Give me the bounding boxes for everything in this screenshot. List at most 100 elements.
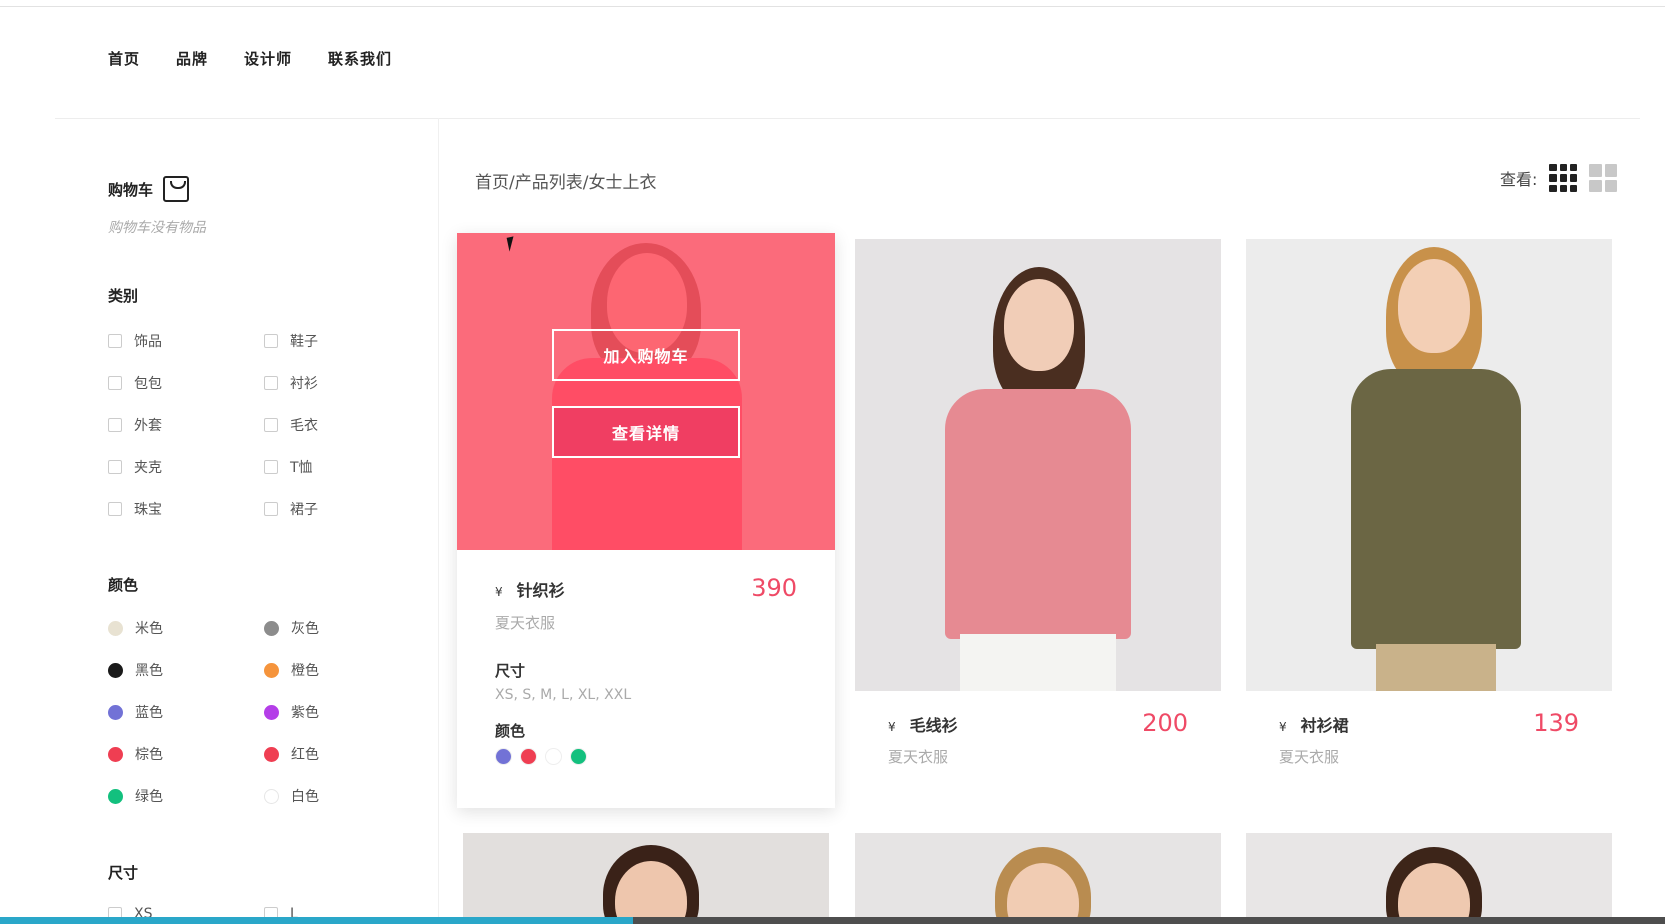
product-card[interactable]: 加入购物车 查看详情 ¥ 针织衫 390 夏天衣服 尺寸 XS, S, M, L,…: [457, 233, 835, 808]
video-progress-bar[interactable]: [0, 917, 1665, 924]
option-label: 饰品: [134, 334, 162, 350]
option-label: 包包: [134, 376, 162, 392]
currency-symbol: ¥: [1279, 720, 1287, 734]
nav-contact[interactable]: 联系我们: [328, 48, 392, 69]
product-card[interactable]: [1246, 833, 1612, 924]
color-swatch[interactable]: [264, 662, 279, 678]
option-label: 棕色: [135, 747, 163, 763]
color-option[interactable]: 灰色: [264, 618, 420, 638]
option-label: 橙色: [291, 663, 319, 679]
category-option-shirts[interactable]: 衬衫: [264, 373, 420, 393]
nav-home[interactable]: 首页: [108, 48, 140, 69]
product-image[interactable]: [1246, 833, 1612, 924]
product-card[interactable]: ¥ 毛线衫 200 夏天衣服: [855, 239, 1221, 779]
color-swatch[interactable]: [108, 746, 123, 762]
cart-title: 购物车: [108, 180, 154, 199]
option-label: 裙子: [290, 502, 318, 518]
product-card[interactable]: ¥ 衬衫裙 139 夏天衣服: [1246, 239, 1612, 779]
shopping-bag-icon[interactable]: [163, 176, 190, 202]
product-image[interactable]: 加入购物车 查看详情: [457, 233, 835, 550]
product-color-swatch[interactable]: [520, 748, 537, 765]
breadcrumb: 首页/产品列表/女士上衣: [475, 173, 657, 193]
category-option-accessories[interactable]: 饰品: [108, 331, 264, 351]
checkbox[interactable]: [264, 418, 278, 432]
product-name-text: 毛线衫: [909, 716, 958, 735]
color-option[interactable]: 橙色: [264, 660, 420, 680]
color-swatch[interactable]: [108, 704, 123, 720]
grid-3-column-icon[interactable]: [1549, 164, 1578, 192]
checkbox[interactable]: [264, 502, 278, 516]
color-option[interactable]: 米色: [108, 618, 264, 638]
color-option[interactable]: 棕色: [108, 744, 264, 764]
view-switcher: 查看:: [1500, 164, 1618, 192]
product-price: 390: [751, 574, 797, 602]
color-option[interactable]: 绿色: [108, 786, 264, 806]
category-option-tshirts[interactable]: T恤: [264, 457, 420, 477]
product-image[interactable]: [855, 239, 1221, 691]
category-option-shoes[interactable]: 鞋子: [264, 331, 420, 351]
category-option-bags[interactable]: 包包: [108, 373, 264, 393]
category-option-sweaters[interactable]: 毛衣: [264, 415, 420, 435]
checkbox[interactable]: [108, 460, 122, 474]
checkbox[interactable]: [108, 502, 122, 516]
product-name[interactable]: ¥ 针织衫: [495, 577, 565, 601]
checkbox[interactable]: [264, 334, 278, 348]
checkbox[interactable]: [264, 376, 278, 390]
color-option[interactable]: 紫色: [264, 702, 420, 722]
product-image[interactable]: [463, 833, 829, 924]
product-subtitle: 夏天衣服: [1279, 748, 1340, 766]
color-swatch[interactable]: [108, 620, 123, 636]
checkbox[interactable]: [108, 418, 122, 432]
color-swatch[interactable]: [108, 662, 123, 678]
color-option[interactable]: 红色: [264, 744, 420, 764]
product-title-row: ¥ 衬衫裙 139: [1279, 709, 1579, 737]
category-option-jackets[interactable]: 夹克: [108, 457, 264, 477]
product-card[interactable]: [855, 833, 1221, 924]
product-subtitle: 夏天衣服: [495, 614, 556, 632]
sidebar-divider: [438, 118, 439, 924]
option-label: 珠宝: [134, 502, 162, 518]
color-swatch[interactable]: [264, 620, 279, 636]
checkbox[interactable]: [108, 334, 122, 348]
product-image[interactable]: [1246, 239, 1612, 691]
product-image[interactable]: [855, 833, 1221, 924]
option-label: 紫色: [291, 705, 319, 721]
color-option[interactable]: 黑色: [108, 660, 264, 680]
option-label: 鞋子: [290, 334, 318, 350]
category-option-skirts[interactable]: 裙子: [264, 499, 420, 519]
color-option[interactable]: 蓝色: [108, 702, 264, 722]
color-label: 颜色: [495, 722, 526, 740]
option-label: 黑色: [135, 663, 163, 679]
color-option[interactable]: 白色: [264, 786, 420, 806]
checkbox[interactable]: [108, 376, 122, 390]
option-label: 蓝色: [135, 705, 163, 721]
currency-symbol: ¥: [495, 585, 503, 599]
color-swatch[interactable]: [264, 704, 279, 720]
nav-designers[interactable]: 设计师: [244, 48, 292, 69]
category-option-jewelry[interactable]: 珠宝: [108, 499, 264, 519]
cart-header[interactable]: 购物车: [108, 176, 190, 202]
color-swatch[interactable]: [108, 788, 123, 804]
size-list: XS, S, M, L, XL, XXL: [495, 687, 632, 703]
color-swatch[interactable]: [264, 788, 279, 804]
product-subtitle: 夏天衣服: [888, 748, 949, 766]
grid-2-column-icon[interactable]: [1589, 164, 1618, 192]
nav-brands[interactable]: 品牌: [176, 48, 208, 69]
category-option-coats[interactable]: 外套: [108, 415, 264, 435]
top-navigation: 首页 品牌 设计师 联系我们: [108, 48, 392, 69]
color-swatch[interactable]: [264, 746, 279, 762]
product-name-text: 衬衫裙: [1300, 716, 1349, 735]
size-title: 尺寸: [108, 864, 139, 882]
option-label: 白色: [291, 789, 319, 805]
product-title-row: ¥ 毛线衫 200: [888, 709, 1188, 737]
product-name[interactable]: ¥ 衬衫裙: [1279, 712, 1349, 736]
product-name[interactable]: ¥ 毛线衫: [888, 712, 958, 736]
product-color-swatch[interactable]: [495, 748, 512, 765]
add-to-cart-button[interactable]: 加入购物车: [552, 329, 740, 381]
product-card[interactable]: [463, 833, 829, 924]
nav-divider: [55, 118, 1640, 119]
product-color-swatch[interactable]: [570, 748, 587, 765]
view-details-button[interactable]: 查看详情: [552, 406, 740, 458]
checkbox[interactable]: [264, 460, 278, 474]
product-color-swatch[interactable]: [545, 748, 562, 765]
